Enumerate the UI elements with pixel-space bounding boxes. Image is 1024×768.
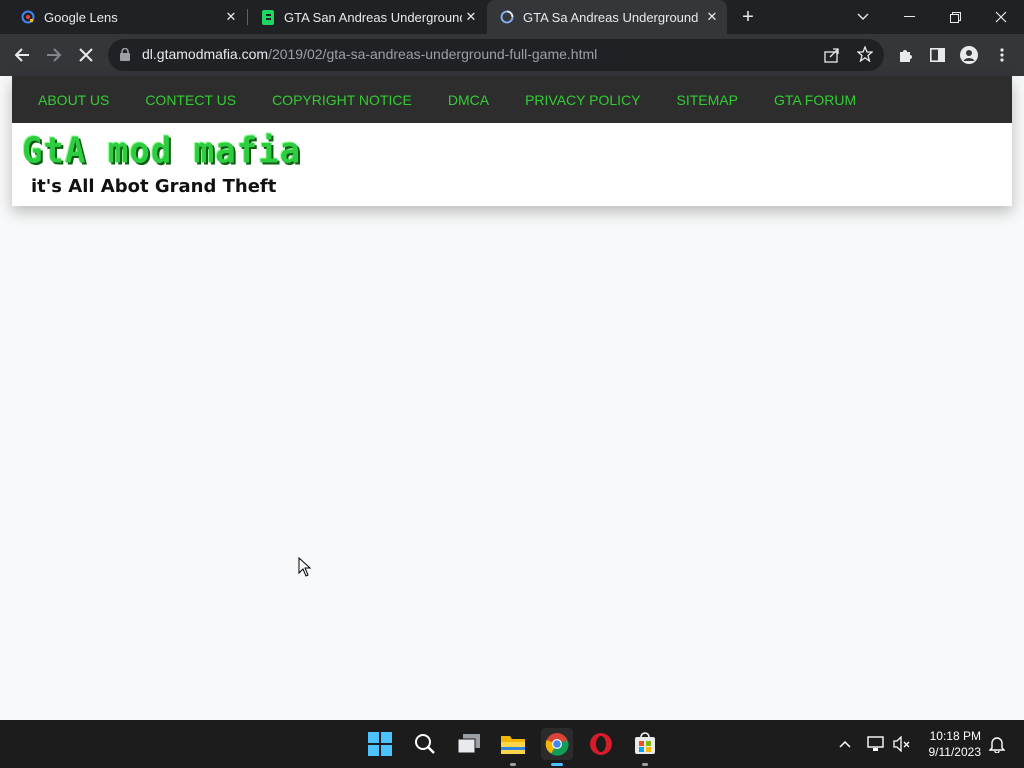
forward-arrow-icon[interactable] (38, 39, 70, 71)
clock-date: 9/11/2023 (928, 745, 982, 759)
close-tab-icon[interactable]: ✕ (703, 8, 721, 26)
nav-copyright-notice[interactable]: COPYRIGHT NOTICE (272, 92, 412, 108)
mouse-cursor-icon (298, 557, 312, 577)
close-window-icon[interactable] (978, 0, 1024, 34)
microsoft-store-icon[interactable] (629, 728, 661, 766)
windows-taskbar: 10:18 PM 9/11/2023 (0, 720, 1024, 768)
side-panel-icon[interactable] (921, 39, 953, 71)
bookmark-star-icon[interactable] (856, 45, 874, 67)
url-text: dl.gtamodmafia.com/2019/02/gta-sa-andrea… (142, 46, 597, 62)
running-indicator (642, 763, 648, 766)
site-top-nav: ABOUT US CONTECT US COPYRIGHT NOTICE DMC… (12, 76, 1012, 123)
stop-loading-icon[interactable] (70, 39, 102, 71)
tab-title: GTA Sa Andreas Underground Fu (523, 9, 703, 25)
share-icon[interactable] (824, 47, 840, 68)
nav-gta-forum[interactable]: GTA FORUM (774, 92, 856, 108)
browser-toolbar: dl.gtamodmafia.com/2019/02/gta-sa-andrea… (0, 34, 1024, 76)
opera-icon[interactable] (585, 728, 617, 760)
address-bar[interactable]: dl.gtamodmafia.com/2019/02/gta-sa-andrea… (108, 39, 884, 71)
file-explorer-icon[interactable] (497, 728, 529, 766)
kebab-menu-icon[interactable] (986, 39, 1018, 71)
tab-search-chevron-icon[interactable] (840, 0, 886, 34)
tab-gta-active[interactable]: GTA Sa Andreas Underground Fu ✕ (487, 0, 727, 34)
tab-title: GTA San Andreas Underground F (284, 9, 462, 25)
back-arrow-icon[interactable] (6, 39, 38, 71)
nav-about-us[interactable]: ABOUT US (38, 92, 109, 108)
site-header: ABOUT US CONTECT US COPYRIGHT NOTICE DMC… (12, 76, 1012, 206)
volume-muted-icon[interactable] (892, 732, 912, 756)
site-logo-tagline: it's All Abot Grand Theft (31, 176, 277, 197)
tab-google-lens[interactable]: Google Lens ✕ (0, 0, 246, 34)
active-indicator (551, 763, 563, 766)
show-hidden-icons-chevron-icon[interactable] (836, 732, 854, 756)
page-viewport: ABOUT US CONTECT US COPYRIGHT NOTICE DMC… (0, 76, 1024, 720)
nav-privacy-policy[interactable]: PRIVACY POLICY (525, 92, 640, 108)
url-host: dl.gtamodmafia.com (142, 46, 269, 62)
chrome-icon[interactable] (541, 728, 573, 766)
minimize-icon[interactable] (886, 0, 932, 34)
tab-title: Google Lens (44, 9, 118, 25)
close-tab-icon[interactable]: ✕ (222, 8, 240, 26)
loading-globe-icon (499, 9, 515, 25)
new-tab-button[interactable]: + (728, 0, 768, 34)
clock-time: 10:18 PM (929, 729, 981, 743)
nav-dmca[interactable]: DMCA (448, 92, 489, 108)
running-indicator (510, 763, 516, 766)
nav-contact-us[interactable]: CONTECT US (145, 92, 236, 108)
extensions-puzzle-icon[interactable] (890, 39, 922, 71)
close-tab-icon[interactable]: ✕ (462, 8, 480, 26)
search-icon[interactable] (409, 728, 441, 760)
notification-bell-icon[interactable] (987, 732, 1007, 756)
green-page-icon (260, 9, 276, 25)
lock-icon[interactable] (120, 47, 130, 66)
tab-strip: Google Lens ✕ GTA San Andreas Undergroun… (0, 0, 1024, 34)
nav-sitemap[interactable]: SITEMAP (676, 92, 737, 108)
google-lens-icon (20, 9, 36, 25)
tab-gta-download[interactable]: GTA San Andreas Underground F ✕ (240, 0, 486, 34)
restore-icon[interactable] (932, 0, 978, 34)
system-clock[interactable]: 10:18 PM 9/11/2023 (929, 728, 982, 760)
url-path: /2019/02/gta-sa-andreas-underground-full… (268, 46, 598, 62)
site-logo-title[interactable]: GtA mod mafia (22, 130, 301, 172)
profile-avatar-icon[interactable] (953, 39, 985, 71)
site-branding: GtA mod mafia it's All Abot Grand Theft (12, 123, 1012, 206)
network-icon[interactable] (866, 732, 886, 756)
start-windows-icon[interactable] (364, 728, 396, 760)
task-view-icon[interactable] (453, 728, 485, 760)
